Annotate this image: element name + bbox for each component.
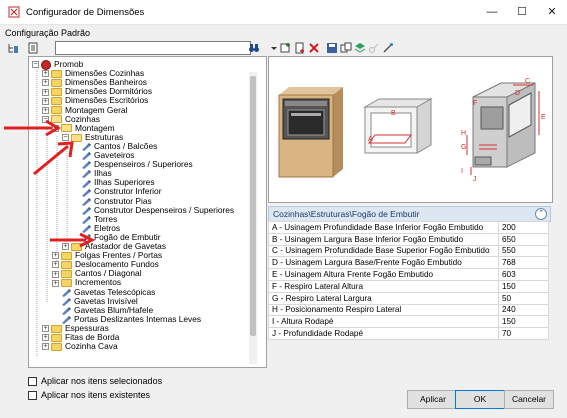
apply-existing-label: Aplicar nos itens existentes bbox=[41, 390, 151, 400]
property-label: H - Posicionamento Respiro Lateral bbox=[268, 303, 499, 317]
config-label: Configuração Padrão bbox=[5, 28, 91, 38]
delete-icon[interactable] bbox=[308, 42, 320, 54]
tree-item-label: Cozinha Cava bbox=[65, 341, 118, 352]
config-toolbar bbox=[268, 40, 548, 56]
properties-header: Cozinhas\Estruturas\Fogão de Embutir ⌃ bbox=[268, 206, 551, 222]
property-value-field[interactable]: 768 bbox=[498, 256, 549, 270]
red-arrow-estruturas bbox=[33, 141, 74, 176]
diagram-label-e: E bbox=[541, 114, 546, 121]
property-row: G - Respiro Lateral Largura 50 bbox=[268, 291, 549, 305]
ok-button[interactable]: OK bbox=[455, 390, 505, 409]
dropdown-arrow-icon[interactable] bbox=[268, 42, 280, 54]
diagram-label-d: D bbox=[515, 90, 520, 97]
add-item-icon[interactable] bbox=[280, 42, 292, 54]
diagram-label-c: C bbox=[525, 78, 530, 85]
property-label: J - Profundidade Rodapé bbox=[268, 327, 499, 340]
diagram-label-i: I bbox=[461, 168, 463, 175]
property-value-field[interactable]: 240 bbox=[498, 303, 549, 317]
list-view-icon[interactable] bbox=[27, 42, 39, 54]
property-row: I - Altura Rodapé 150 bbox=[268, 315, 549, 329]
diagram-label-f: F bbox=[473, 100, 477, 107]
property-label: I - Altura Rodapé bbox=[268, 315, 499, 329]
diagram-label-g: G bbox=[461, 144, 466, 151]
property-label: F - Respiro Lateral Altura bbox=[268, 279, 499, 293]
tree-view-icon[interactable] bbox=[7, 42, 19, 54]
diagram-label-a: A bbox=[368, 136, 373, 143]
property-label: B - Usinagem Largura Base Inferior Fogão… bbox=[268, 232, 499, 246]
property-row: J - Profundidade Rodapé 70 bbox=[268, 327, 549, 340]
red-arrow-montagem bbox=[4, 119, 61, 137]
apply-selected-checkbox[interactable] bbox=[28, 376, 37, 386]
property-row: F - Respiro Lateral Altura 150 bbox=[268, 279, 549, 293]
property-label: E - Usinagem Altura Frente Fogão Embutid… bbox=[268, 268, 499, 281]
tree-toolbar bbox=[5, 40, 263, 56]
close-button[interactable]: ✕ bbox=[540, 4, 564, 20]
property-row: D - Usinagem Largura Base/Frente Fogão E… bbox=[268, 256, 549, 270]
save-icon[interactable] bbox=[326, 42, 338, 54]
folder-icon bbox=[51, 342, 62, 351]
property-label: A - Usinagem Profundidade Base Inferior … bbox=[268, 221, 499, 234]
property-value-field[interactable]: 150 bbox=[498, 279, 549, 293]
cancel-button[interactable]: Cancelar bbox=[504, 390, 554, 409]
collapse-node-icon[interactable]: − bbox=[32, 61, 39, 69]
apply-selected-label: Aplicar nos itens selecionados bbox=[41, 376, 163, 386]
minimize-button[interactable]: — bbox=[480, 4, 504, 20]
dimension-tree: − Promob + Dimensões Cozinhas + Dimensões Ban… bbox=[28, 56, 267, 368]
add-document-icon[interactable] bbox=[294, 42, 306, 54]
apply-existing-checkbox[interactable] bbox=[28, 390, 37, 400]
preview-panel: B A C D E F H G I J bbox=[268, 56, 553, 203]
window-title: Configurador de Dimensões bbox=[26, 7, 145, 18]
key-icon[interactable] bbox=[368, 42, 380, 54]
copy-icon[interactable] bbox=[340, 42, 352, 54]
apply-selected-checkbox-row[interactable]: Aplicar nos itens selecionados bbox=[28, 376, 162, 386]
cabinet-detail-diagram: C D E F H G I J bbox=[461, 78, 546, 183]
property-row: A - Usinagem Profundidade Base Inferior … bbox=[268, 221, 549, 234]
property-row: E - Usinagem Altura Frente Fogão Embutid… bbox=[268, 268, 549, 281]
property-row: B - Usinagem Largura Base Inferior Fogão… bbox=[268, 232, 549, 246]
property-value-field[interactable]: 150 bbox=[498, 315, 549, 329]
layers-icon[interactable] bbox=[354, 42, 366, 54]
maximize-button[interactable]: ☐ bbox=[510, 4, 534, 20]
property-value-field[interactable]: 70 bbox=[498, 327, 549, 340]
property-label: C - Usinagem Profundidade Base Superior … bbox=[268, 244, 499, 258]
search-input[interactable] bbox=[55, 41, 251, 55]
properties-path: Cozinhas\Estruturas\Fogão de Embutir bbox=[273, 209, 420, 219]
title-bar: Configurador de Dimensões — ☐ ✕ bbox=[0, 0, 567, 25]
collapse-icon[interactable]: ⌃ bbox=[535, 208, 547, 220]
property-value-field[interactable]: 200 bbox=[498, 221, 549, 234]
red-arrow-fogao bbox=[50, 232, 96, 248]
property-row: C - Usinagem Profundidade Base Superior … bbox=[268, 244, 549, 258]
property-value-field[interactable]: 550 bbox=[498, 244, 549, 258]
cabinet-base-diagram: B A bbox=[363, 98, 433, 154]
wand-icon[interactable] bbox=[382, 42, 394, 54]
binoculars-icon[interactable] bbox=[248, 42, 260, 54]
diagram-label-j: J bbox=[473, 176, 477, 183]
property-value-field[interactable]: 50 bbox=[498, 291, 549, 305]
oven-cabinet-image bbox=[278, 87, 343, 178]
diagram-label-h: H bbox=[461, 130, 466, 137]
apply-existing-checkbox-row[interactable]: Aplicar nos itens existentes bbox=[28, 390, 150, 400]
expand-icon[interactable]: + bbox=[42, 343, 49, 351]
property-value-field[interactable]: 603 bbox=[498, 268, 549, 281]
app-icon bbox=[8, 6, 20, 18]
diagram-label-b: B bbox=[391, 110, 396, 117]
property-label: G - Respiro Lateral Largura bbox=[268, 291, 499, 305]
tree-item[interactable]: + Cozinha Cava bbox=[42, 341, 118, 351]
property-label: D - Usinagem Largura Base/Frente Fogão E… bbox=[268, 256, 499, 270]
property-value-field[interactable]: 650 bbox=[498, 232, 549, 246]
apply-button[interactable]: Aplicar bbox=[407, 390, 459, 409]
property-row: H - Posicionamento Respiro Lateral 240 bbox=[268, 303, 549, 317]
tree-scroll-thumb[interactable] bbox=[250, 76, 256, 336]
properties-table: A - Usinagem Profundidade Base Inferior … bbox=[268, 221, 549, 340]
